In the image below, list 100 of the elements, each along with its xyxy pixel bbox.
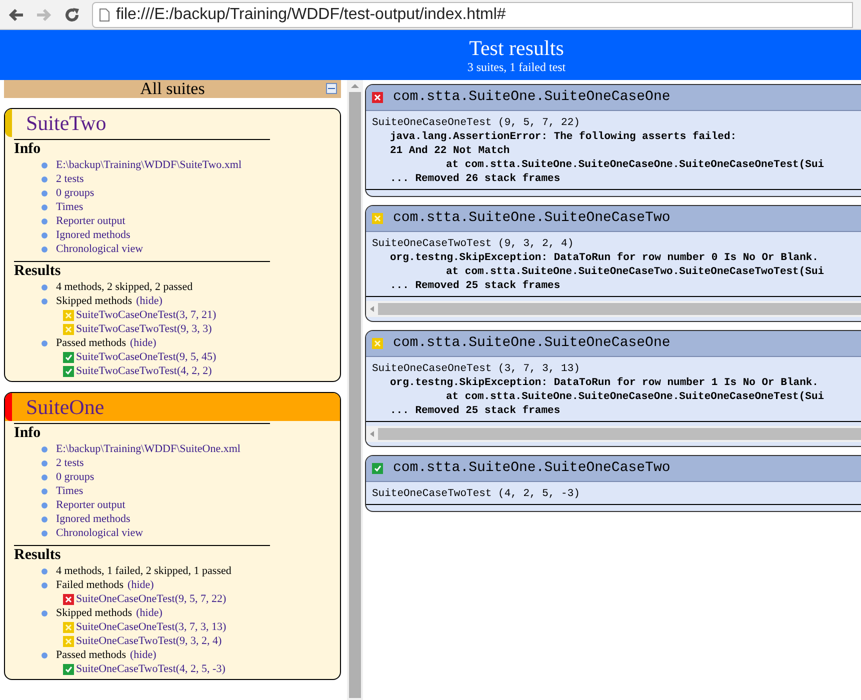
page-icon	[99, 8, 110, 22]
info-link[interactable]: Ignored methods	[56, 226, 130, 244]
status-stripe	[5, 109, 12, 137]
hide-link[interactable]: (hide)	[130, 646, 156, 664]
collapse-icon[interactable]	[326, 83, 337, 94]
info-link[interactable]: 0 groups	[56, 468, 94, 486]
bullet-icon	[41, 340, 48, 346]
bullet-icon	[41, 582, 48, 588]
info-link[interactable]: Reporter output	[56, 496, 126, 514]
method-link[interactable]: SuiteTwoCaseOneTest(3, 7, 21)	[76, 306, 216, 324]
vertical-scrollbar[interactable]	[347, 80, 363, 700]
check-icon	[63, 352, 74, 362]
status-stripe	[5, 393, 12, 421]
panel-title: All suites	[140, 80, 205, 98]
skipped-x-icon	[63, 622, 74, 632]
results-label: Failed methods	[56, 578, 124, 593]
info-link[interactable]: 2 tests	[56, 454, 84, 472]
class-name: com.stta.SuiteOne.SuiteOneCaseOne	[393, 88, 670, 107]
stack-trace-line: 21 And 22 Not Match	[389, 144, 511, 158]
skipped-x-icon	[372, 338, 383, 349]
hide-link[interactable]: (hide)	[136, 604, 162, 622]
hide-link[interactable]: (hide)	[136, 292, 162, 310]
skipped-x-icon	[63, 324, 74, 334]
bullet-icon	[41, 204, 48, 210]
failed-x-icon	[63, 594, 74, 604]
bullet-icon	[41, 516, 48, 522]
info-link[interactable]: E:\backup\Training\WDDF\SuiteTwo.xml	[56, 156, 242, 174]
bullet-icon	[41, 246, 48, 252]
method-link[interactable]: SuiteTwoCaseOneTest(9, 5, 45)	[76, 348, 216, 366]
check-icon	[372, 463, 383, 474]
bullet-icon	[41, 652, 48, 658]
suite-name[interactable]: SuiteTwo	[26, 111, 106, 135]
test-name: SuiteOneCaseTwoTest (4, 2, 5, -3)	[372, 487, 581, 501]
method-link[interactable]: SuiteTwoCaseTwoTest(9, 3, 3)	[76, 320, 212, 338]
reload-icon[interactable]	[64, 6, 80, 22]
back-arrow-icon[interactable]	[8, 8, 24, 22]
bullet-icon	[41, 568, 48, 574]
info-link[interactable]: Ignored methods	[56, 510, 130, 528]
bullet-icon	[41, 284, 48, 290]
stack-trace-line: ... Removed 25 stack frames	[389, 279, 562, 293]
test-name: SuiteOneCaseOneTest (3, 7, 3, 13)	[372, 362, 581, 376]
section-heading: Info	[14, 140, 42, 158]
section-heading: Results	[14, 262, 62, 280]
test-name: SuiteOneCaseOneTest (9, 5, 7, 22)	[372, 116, 581, 130]
results-label: 4 methods, 2 skipped, 2 passed	[56, 280, 193, 295]
info-link[interactable]: Reporter output	[56, 212, 126, 230]
results-label: Passed methods	[56, 648, 126, 663]
bullet-icon	[41, 530, 48, 536]
page-subtitle: 3 suites, 1 failed test	[467, 60, 566, 74]
stack-trace-line: java.lang.AssertionError: The following asserts failed:	[389, 130, 738, 144]
class-name: com.stta.SuiteOne.SuiteOneCaseTwo	[393, 459, 670, 478]
bullet-icon	[41, 218, 48, 224]
check-icon	[63, 664, 74, 674]
stack-trace-line: ... Removed 26 stack frames	[389, 172, 562, 186]
hide-link[interactable]: (hide)	[130, 334, 156, 352]
stack-trace-line: org.testng.SkipException: DataToRun for row number 0 Is No Or Blank.	[389, 251, 820, 265]
check-icon	[63, 366, 74, 376]
test-name: SuiteOneCaseTwoTest (9, 3, 2, 4)	[372, 237, 575, 251]
bullet-icon	[41, 298, 48, 304]
method-link[interactable]: SuiteOneCaseTwoTest(9, 3, 2, 4)	[76, 632, 222, 650]
section-heading: Info	[14, 424, 42, 442]
info-link[interactable]: 0 groups	[56, 184, 94, 202]
results-label: Skipped methods	[56, 294, 132, 309]
section-heading: Results	[14, 546, 62, 564]
bullet-icon	[41, 190, 48, 196]
bullet-icon	[41, 460, 48, 466]
horizontal-scrollbar[interactable]	[366, 301, 861, 317]
results-label: Skipped methods	[56, 606, 132, 621]
suite-name[interactable]: SuiteOne	[26, 395, 104, 419]
info-link[interactable]: Times	[56, 198, 84, 216]
info-link[interactable]: Chronological view	[56, 524, 144, 542]
method-link[interactable]: SuiteOneCaseTwoTest(4, 2, 5, -3)	[76, 660, 226, 678]
results-label: Passed methods	[56, 336, 126, 351]
class-name: com.stta.SuiteOne.SuiteOneCaseTwo	[393, 209, 670, 228]
skipped-x-icon	[63, 310, 74, 320]
skipped-x-icon	[63, 636, 74, 646]
hide-link[interactable]: (hide)	[128, 576, 154, 594]
url-text: file:///E:/backup/Training/WDDF/test-output/index.html#	[116, 4, 506, 24]
method-link[interactable]: SuiteTwoCaseTwoTest(4, 2, 2)	[76, 362, 212, 380]
info-link[interactable]: Chronological view	[56, 240, 144, 258]
info-link[interactable]: Times	[56, 482, 84, 500]
method-link[interactable]: SuiteOneCaseOneTest(9, 5, 7, 22)	[76, 590, 226, 608]
bullet-icon	[41, 610, 48, 616]
info-link[interactable]: 2 tests	[56, 170, 84, 188]
bullet-icon	[41, 446, 48, 452]
bullet-icon	[41, 162, 48, 168]
skipped-x-icon	[372, 213, 383, 224]
page-title: Test results	[469, 36, 564, 60]
class-name: com.stta.SuiteOne.SuiteOneCaseOne	[393, 334, 670, 353]
bullet-icon	[41, 176, 48, 182]
address-bar[interactable]: file:///E:/backup/Training/WDDF/test-output/index.html#	[92, 2, 853, 28]
horizontal-scrollbar[interactable]	[366, 426, 861, 442]
bullet-icon	[41, 474, 48, 480]
stack-trace-line: org.testng.SkipException: DataToRun for row number 1 Is No Or Blank.	[389, 376, 820, 390]
method-link[interactable]: SuiteOneCaseOneTest(3, 7, 3, 13)	[76, 618, 226, 636]
stack-trace-line: at com.stta.SuiteOne.SuiteOneCaseOne.SuiteOneCaseOneTest(Sui	[445, 390, 826, 404]
info-link[interactable]: E:\backup\Training\WDDF\SuiteOne.xml	[56, 440, 240, 458]
stack-trace-line: at com.stta.SuiteOne.SuiteOneCaseOne.SuiteOneCaseOneTest(Sui	[445, 158, 826, 172]
results-label: 4 methods, 1 failed, 2 skipped, 1 passed	[56, 564, 232, 579]
bullet-icon	[41, 488, 48, 494]
